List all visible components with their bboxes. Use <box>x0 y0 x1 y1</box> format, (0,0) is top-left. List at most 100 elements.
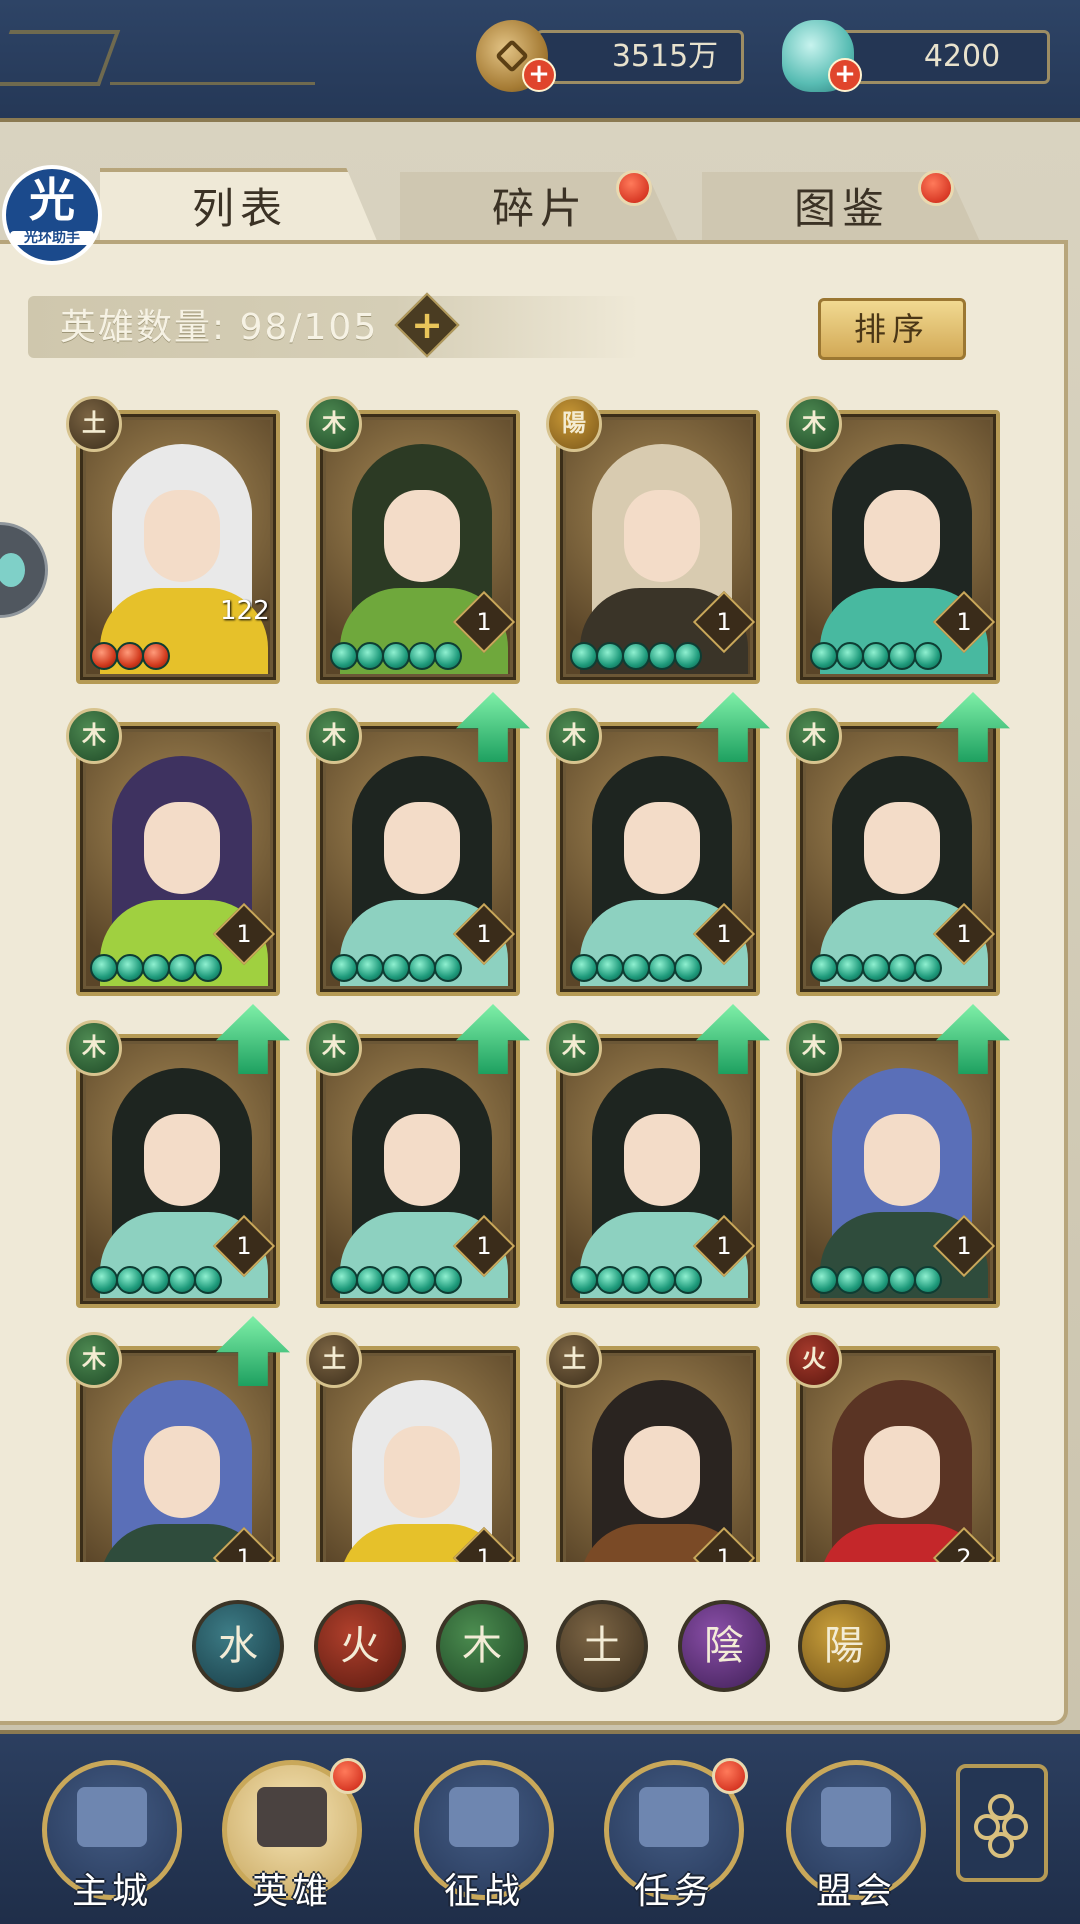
menu-icon-petal <box>988 1832 1014 1858</box>
filter-water-button[interactable]: 水 <box>192 1600 284 1692</box>
star-gem-icon <box>888 642 916 670</box>
more-menu-button[interactable] <box>956 1764 1048 1882</box>
hero-star-rating <box>810 642 942 670</box>
hero-face <box>144 1114 220 1206</box>
star-gem-icon <box>434 954 462 982</box>
add-shells-button[interactable]: + <box>828 58 862 92</box>
hero-level-text: 1 <box>716 608 732 636</box>
star-gem-icon <box>570 954 598 982</box>
star-gem-icon <box>570 642 598 670</box>
star-gem-icon <box>116 954 144 982</box>
hero-level-text: 1 <box>956 608 972 636</box>
star-gem-icon <box>194 954 222 982</box>
hero-star-rating <box>810 954 942 982</box>
hero-face <box>384 490 460 582</box>
hero-face <box>864 802 940 894</box>
game-emblem <box>0 30 121 86</box>
hero-level-text: 1 <box>956 1232 972 1260</box>
hero-grid: 土 122 木 1 陽 1 木 1 木 1 木 1 木 1 木 1 木 1 木 1 木 1 木 1 木 1 土 1 土 1 火 2 <box>0 380 1068 1562</box>
filter-earth-button[interactable]: 土 <box>556 1600 648 1692</box>
star-gem-icon <box>862 642 890 670</box>
filter-yang-button[interactable]: 陽 <box>798 1600 890 1692</box>
tab-list[interactable]: 列表 <box>100 168 380 248</box>
star-gem-icon <box>356 642 384 670</box>
star-gem-icon <box>408 1266 436 1294</box>
hero-element-badge: 木 <box>786 396 842 452</box>
nav-heroes-notification-dot <box>330 1758 366 1794</box>
filter-wood-button[interactable]: 木 <box>436 1600 528 1692</box>
hero-star-rating <box>330 1266 462 1294</box>
star-gem-icon <box>194 1266 222 1294</box>
hero-star-rating <box>330 642 462 670</box>
sort-button[interactable]: 排序 <box>818 298 966 360</box>
star-gem-icon <box>810 1266 838 1294</box>
hero-level: 122 <box>220 596 270 626</box>
star-gem-icon <box>116 1266 144 1294</box>
hero-element-badge: 木 <box>306 708 362 764</box>
nav-main-city-label: 主城 <box>71 1871 152 1912</box>
star-gem-icon <box>330 642 358 670</box>
hero-element-badge: 木 <box>546 708 602 764</box>
hero-level-text: 1 <box>716 920 732 948</box>
hero-star-rating <box>330 954 462 982</box>
hero-portrait <box>86 420 270 674</box>
star-gem-icon <box>434 642 462 670</box>
star-gem-icon <box>356 1266 384 1294</box>
hero-level-text: 1 <box>236 1232 252 1260</box>
star-gem-icon <box>674 1266 702 1294</box>
star-gem-icon <box>90 954 118 982</box>
assistant-glyph: 光 <box>29 173 75 227</box>
fragments-notification-dot <box>616 170 652 206</box>
filter-yin-button[interactable]: 陰 <box>678 1600 770 1692</box>
hero-element-badge: 木 <box>66 708 122 764</box>
star-gem-icon <box>914 954 942 982</box>
star-gem-icon <box>142 954 170 982</box>
star-gem-icon <box>888 1266 916 1294</box>
nav-main-city-icon <box>77 1787 147 1847</box>
star-gem-icon <box>90 1266 118 1294</box>
hero-face <box>624 1114 700 1206</box>
hero-level-text: 1 <box>476 1232 492 1260</box>
nav-guild-label: 盟会 <box>815 1871 896 1912</box>
star-gem-icon <box>648 642 676 670</box>
star-gem-icon <box>810 642 838 670</box>
hero-element-badge: 土 <box>546 1332 602 1388</box>
hero-face <box>384 802 460 894</box>
star-gem-icon <box>382 642 410 670</box>
star-gem-icon <box>168 954 196 982</box>
star-gem-icon <box>862 954 890 982</box>
hero-element-badge: 木 <box>546 1020 602 1076</box>
hero-element-badge: 木 <box>786 1020 842 1076</box>
top-bar: 3515万 + 4200 + <box>0 0 1080 122</box>
hero-level-text: 1 <box>716 1544 732 1562</box>
shell-amount: 4200 <box>923 39 1001 74</box>
hero-face <box>624 1426 700 1518</box>
hero-level-text: 1 <box>476 920 492 948</box>
hero-element-badge: 木 <box>306 396 362 452</box>
hero-face <box>144 1426 220 1518</box>
tab-list-label: 列表 <box>191 184 288 233</box>
hero-element-badge: 木 <box>306 1020 362 1076</box>
hero-star-rating <box>90 642 170 670</box>
assistant-floating-button[interactable]: 光 光环助手 <box>2 165 102 265</box>
add-coins-button[interactable]: + <box>522 58 556 92</box>
star-gem-icon <box>674 954 702 982</box>
star-gem-icon <box>836 642 864 670</box>
star-gem-icon <box>836 954 864 982</box>
star-gem-icon <box>596 642 624 670</box>
star-gem-icon <box>142 642 170 670</box>
hero-face <box>864 1114 940 1206</box>
nav-quests-icon <box>639 1787 709 1847</box>
coin-counter: 3515万 <box>536 30 744 84</box>
tab-codex-label: 图鉴 <box>793 184 890 233</box>
filter-fire-button[interactable]: 火 <box>314 1600 406 1692</box>
star-gem-icon <box>142 1266 170 1294</box>
hero-element-badge: 陽 <box>546 396 602 452</box>
hero-star-rating <box>810 1266 942 1294</box>
hero-level-text: 1 <box>476 1544 492 1562</box>
star-gem-icon <box>914 1266 942 1294</box>
nav-heroes-icon <box>257 1787 327 1847</box>
star-gem-icon <box>408 954 436 982</box>
hero-face <box>864 1426 940 1518</box>
hero-level-text: 1 <box>956 920 972 948</box>
